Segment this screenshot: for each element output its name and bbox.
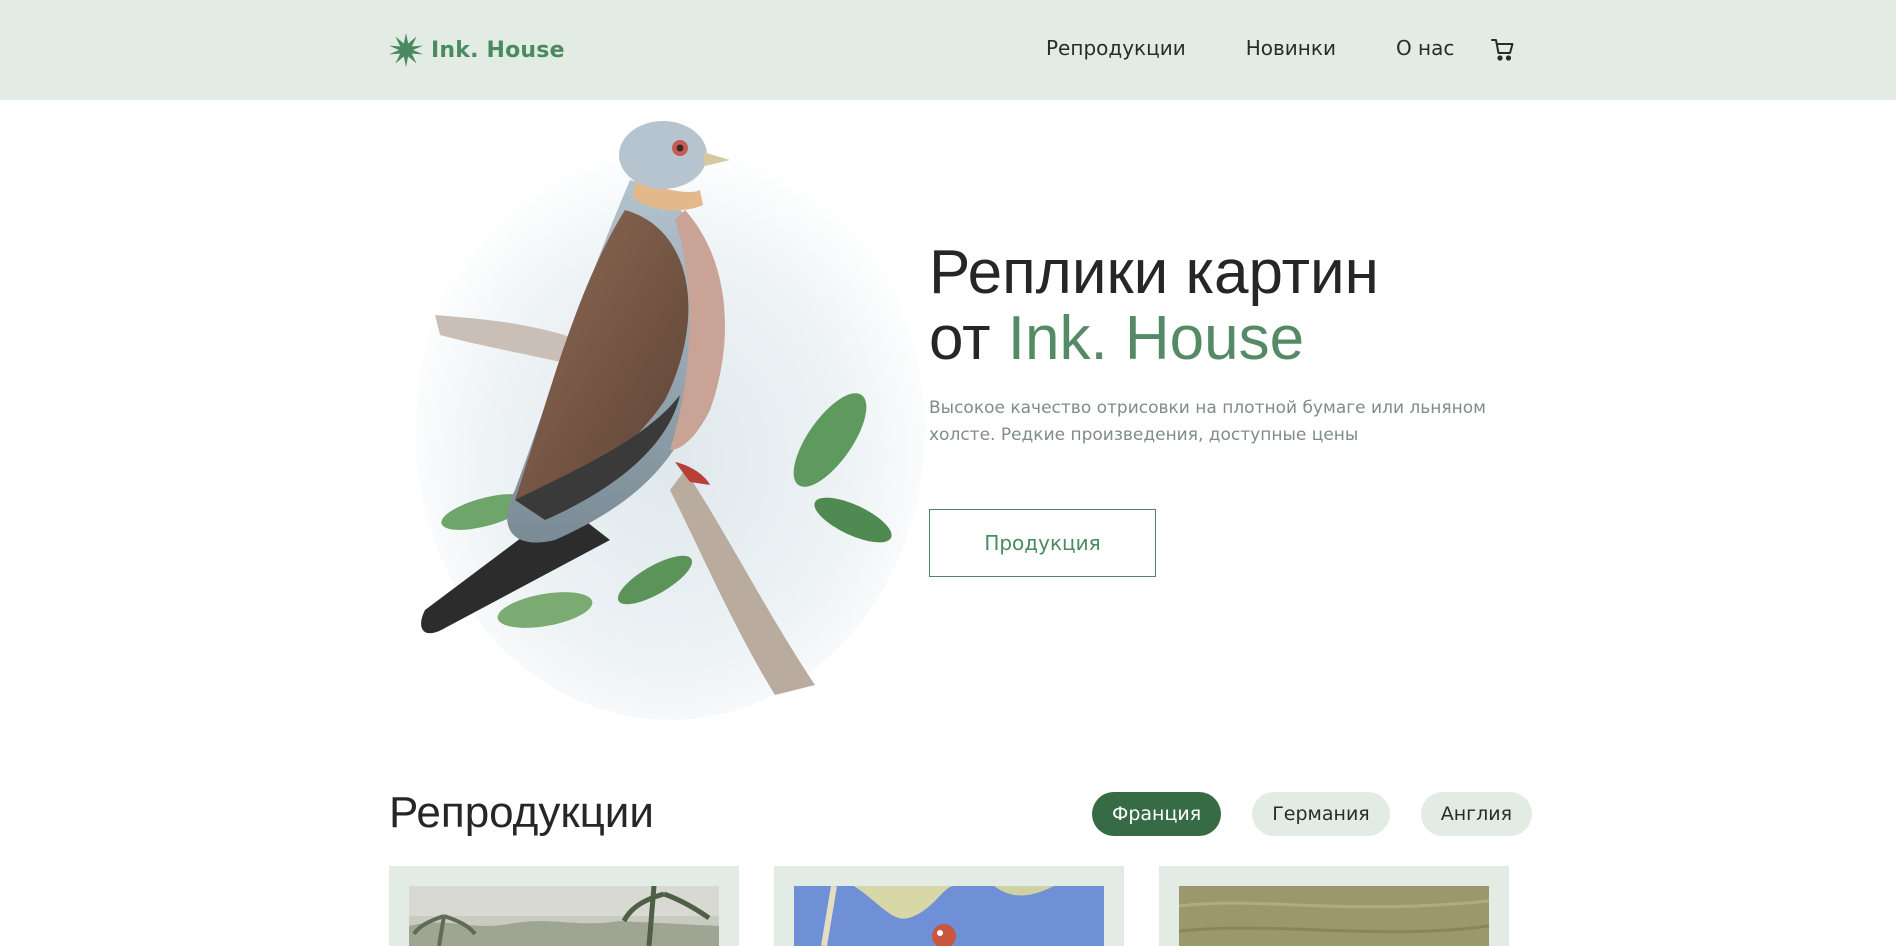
hero-pigeon-illustration (405, 110, 935, 720)
product-image (1179, 886, 1489, 946)
product-card[interactable] (774, 866, 1124, 946)
filter-germany[interactable]: Германия (1252, 792, 1390, 836)
product-card[interactable] (1159, 866, 1509, 946)
product-card[interactable] (389, 866, 739, 946)
filter-france[interactable]: Франция (1092, 792, 1222, 836)
filter-england[interactable]: Англия (1420, 792, 1533, 836)
hero-title-accent: Ink. House (1007, 304, 1305, 373)
logo-link[interactable]: Ink. House (389, 32, 565, 68)
site-header: Ink. House Репродукции Новинки О нас (0, 0, 1896, 100)
logo-text: Ink. House (431, 37, 565, 63)
products-button[interactable]: Продукция (929, 509, 1156, 577)
cart-icon (1491, 39, 1514, 61)
nav-link-reproductions[interactable]: Репродукции (1046, 36, 1186, 60)
hero-description: Высокое качество отрисовки на плотной бу… (929, 398, 1486, 445)
product-image (409, 886, 719, 946)
catalog-title: Репродукции (389, 788, 654, 837)
cart-button[interactable] (1490, 37, 1516, 63)
hero-title-line1: Реплики картин (929, 238, 1379, 307)
nav-link-new[interactable]: Новинки (1246, 36, 1336, 60)
nav-link-about[interactable]: О нас (1396, 36, 1454, 60)
product-image (794, 886, 1104, 946)
country-filters: Франция Германия Англия (1092, 792, 1533, 836)
main-nav: Репродукции Новинки О нас (1046, 36, 1454, 60)
hero-title-prefix: от (929, 304, 991, 373)
hero-title: Реплики картин от Ink. House (929, 240, 1629, 372)
starburst-logo-icon (389, 33, 423, 67)
